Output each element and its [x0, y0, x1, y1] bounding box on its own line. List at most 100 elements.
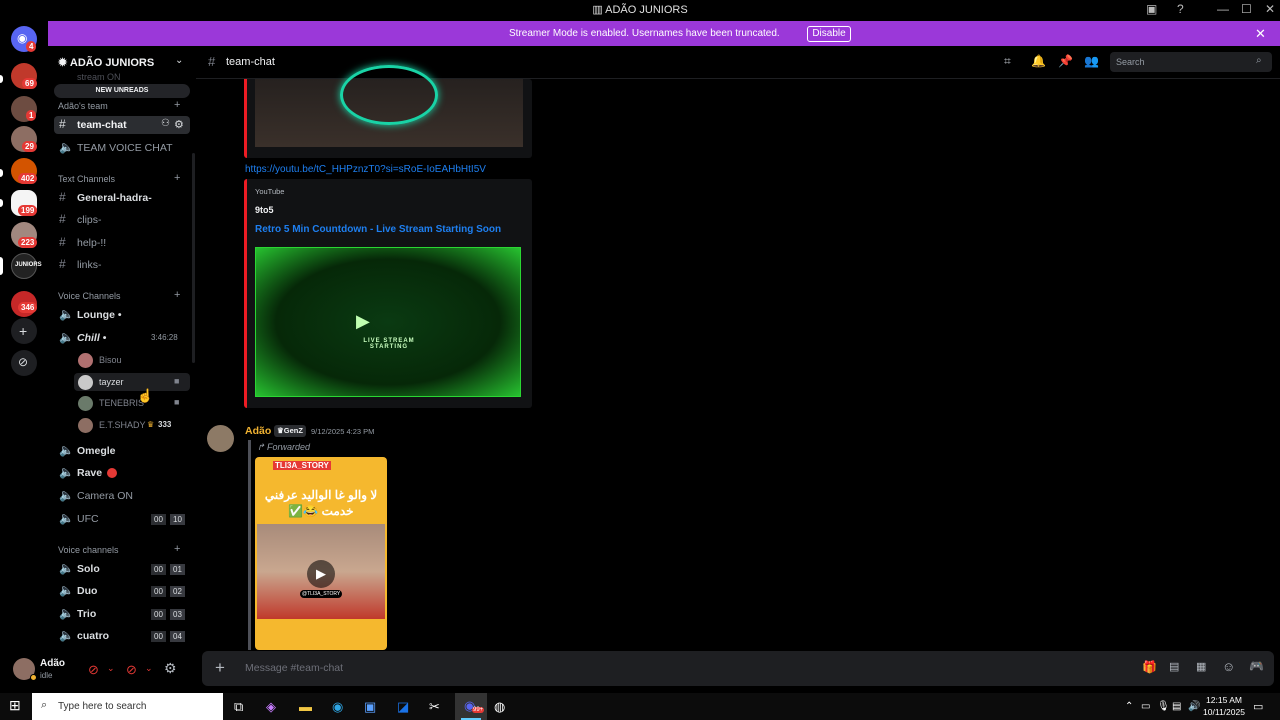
category-voice-channels-2[interactable]: Voice channels [58, 545, 119, 555]
server-icon-active[interactable]: JUNIORS [11, 253, 42, 279]
gear-icon[interactable]: ⚙ [174, 118, 184, 131]
channel-general[interactable]: # General-hadra- [54, 189, 190, 207]
add-channel-icon[interactable]: + [174, 289, 180, 301]
channel-rave[interactable]: 🔈 Rave [54, 464, 190, 482]
user-panel: Adão idle ⊘ ⌄ ⊘ ⌄ ⚙ [0, 650, 196, 692]
help-icon[interactable]: ? [1177, 2, 1184, 16]
add-channel-icon[interactable]: + [174, 99, 180, 111]
channel-duo[interactable]: 🔈 Duo 00 02 [54, 582, 190, 600]
threads-icon[interactable]: ⌗ [1004, 54, 1011, 69]
outlook-icon[interactable]: ◪ [397, 699, 409, 715]
embed-video[interactable]: ▶ LIVE STREAM STARTING [255, 247, 521, 397]
minimize-button[interactable]: — [1217, 2, 1229, 16]
edge-icon[interactable]: ◉ [332, 699, 343, 715]
sticker-icon[interactable]: ▦ [1196, 660, 1206, 673]
category-text-channels[interactable]: Text Channels [58, 174, 115, 184]
copilot-icon[interactable]: ◈ [266, 699, 276, 715]
tray-icon[interactable]: ▭ [1141, 701, 1150, 712]
category-voice-channels[interactable]: Voice Channels [58, 291, 121, 301]
discord-taskbar-button[interactable]: ◉ 99+ [455, 693, 487, 720]
microphone-icon[interactable]: 🎙 [1157, 701, 1170, 712]
youtube-link[interactable]: https://youtu.be/tC_HHPznzT0?si=sRoE-IoE… [245, 164, 486, 175]
inbox-icon[interactable]: ▣ [1146, 2, 1157, 16]
user-count: 00 [151, 631, 166, 642]
add-channel-icon[interactable]: + [174, 543, 180, 555]
chevron-up-icon[interactable]: ⌃ [1125, 701, 1133, 712]
scrollbar[interactable] [192, 153, 195, 363]
maximize-button[interactable]: ☐ [1241, 2, 1252, 16]
channel-solo[interactable]: 🔈 Solo 00 01 [54, 560, 190, 578]
channel-camera-on[interactable]: 🔈 Camera ON [54, 487, 190, 505]
guild-name[interactable]: ✹ ADÃO JUNIORS [58, 56, 154, 69]
channel-cuatro[interactable]: 🔈 cuatro 00 04 [54, 627, 190, 645]
category-team[interactable]: Adão's team [58, 101, 108, 111]
play-icon[interactable]: ▶ [307, 560, 335, 588]
channel-help[interactable]: # help-!! [54, 234, 190, 252]
forwarded-video[interactable]: TLI3A_STORY لا والو غا الواليد عرفني خدم… [255, 457, 387, 650]
gift-icon[interactable]: 🎁 [1142, 660, 1157, 674]
role-tag: ♛GenZ [274, 425, 306, 437]
invite-icon[interactable]: ⚇ [161, 118, 170, 129]
embed-author[interactable]: 9to5 [255, 205, 274, 215]
clock-time[interactable]: 12:15 AM [1204, 695, 1244, 705]
search-input[interactable]: Search ⌕ [1110, 52, 1272, 72]
channel-clips[interactable]: # clips- [54, 211, 190, 229]
plus-icon[interactable]: + [215, 658, 225, 678]
capcut-icon[interactable]: ✂ [429, 699, 440, 715]
add-server-icon[interactable]: + [11, 318, 37, 344]
apps-icon[interactable]: 🎮 [1249, 659, 1264, 673]
avatar [78, 418, 93, 433]
channel-trio[interactable]: 🔈 Trio 00 03 [54, 605, 190, 623]
chevron-down-icon[interactable]: ⌄ [145, 663, 153, 674]
hashtag-icon: # [208, 54, 216, 69]
task-view-icon[interactable]: ⧉ [234, 699, 243, 715]
members-icon[interactable]: 👥 [1084, 54, 1099, 68]
close-icon[interactable]: ✕ [1255, 26, 1266, 42]
pin-icon[interactable]: 📌 [1058, 54, 1073, 68]
mic-muted-icon[interactable]: ⊘ [88, 662, 99, 678]
network-icon[interactable]: ▤ [1172, 701, 1181, 712]
bell-icon[interactable]: 🔔 [1031, 54, 1046, 68]
play-icon[interactable]: ▶ [356, 311, 370, 332]
volume-icon[interactable]: 🔊 [1188, 701, 1200, 712]
taskbar-search[interactable]: ⌕ Type here to search [32, 693, 223, 720]
message-author[interactable]: Adão [245, 425, 271, 437]
channel-omegle[interactable]: 🔈 Omegle [54, 442, 190, 460]
channel-lounge[interactable]: 🔈 Lounge • [54, 306, 190, 324]
avatar[interactable] [207, 425, 234, 452]
speaker-icon: 🔈 [59, 561, 74, 575]
gif-icon[interactable]: ▤ [1169, 660, 1179, 673]
streamer-mode-banner: Streamer Mode is enabled. Usernames have… [48, 21, 1280, 46]
search-icon: ⌕ [1256, 55, 1262, 66]
embed-thumbnail[interactable] [255, 65, 523, 147]
clock-date[interactable]: 10/11/2025 [1202, 707, 1246, 717]
channel-ufc[interactable]: 🔈 UFC 00 10 [54, 510, 190, 528]
channel-team-chat[interactable]: # team-chat ⚇ ⚙ [54, 116, 190, 134]
channel-team-voice[interactable]: 🔈 TEAM VOICE CHAT [54, 139, 190, 157]
active-server-pill [0, 257, 3, 275]
file-explorer-icon[interactable]: ▬ [299, 699, 312, 714]
headphones-muted-icon[interactable]: ⊘ [126, 662, 137, 678]
new-unreads-button[interactable]: NEW UNREADS [54, 84, 190, 98]
discover-icon[interactable]: ⊘ [11, 350, 37, 376]
voice-user[interactable]: tayzer ■ [74, 373, 190, 391]
channel-links[interactable]: # links- [54, 256, 190, 274]
add-channel-icon[interactable]: + [174, 172, 180, 184]
channel-chill[interactable]: 🔈 Chill • 3:46:28 [54, 329, 190, 347]
search-icon: ⌕ [41, 699, 48, 711]
embed-title[interactable]: Retro 5 Min Countdown - Live Stream Star… [255, 224, 501, 235]
store-icon[interactable]: ▣ [364, 699, 376, 715]
gear-icon[interactable]: ⚙ [164, 660, 177, 677]
chevron-down-icon[interactable]: ⌄ [107, 663, 115, 674]
windows-start-icon[interactable]: ⊞ [9, 697, 21, 714]
emoji-icon[interactable]: ☺ [1222, 659, 1235, 674]
user-count: 00 [151, 586, 166, 597]
mention-badge: 346 [18, 302, 38, 313]
chevron-down-icon[interactable]: ⌄ [175, 55, 183, 66]
close-window-button[interactable]: ✕ [1265, 2, 1275, 16]
disable-streamer-mode-button[interactable]: Disable [807, 26, 851, 42]
message-input[interactable]: Message #team-chat [245, 662, 343, 674]
username[interactable]: Adão [40, 658, 65, 669]
notifications-icon[interactable]: ▭ [1253, 700, 1263, 713]
obs-icon[interactable]: ◍ [494, 699, 505, 715]
